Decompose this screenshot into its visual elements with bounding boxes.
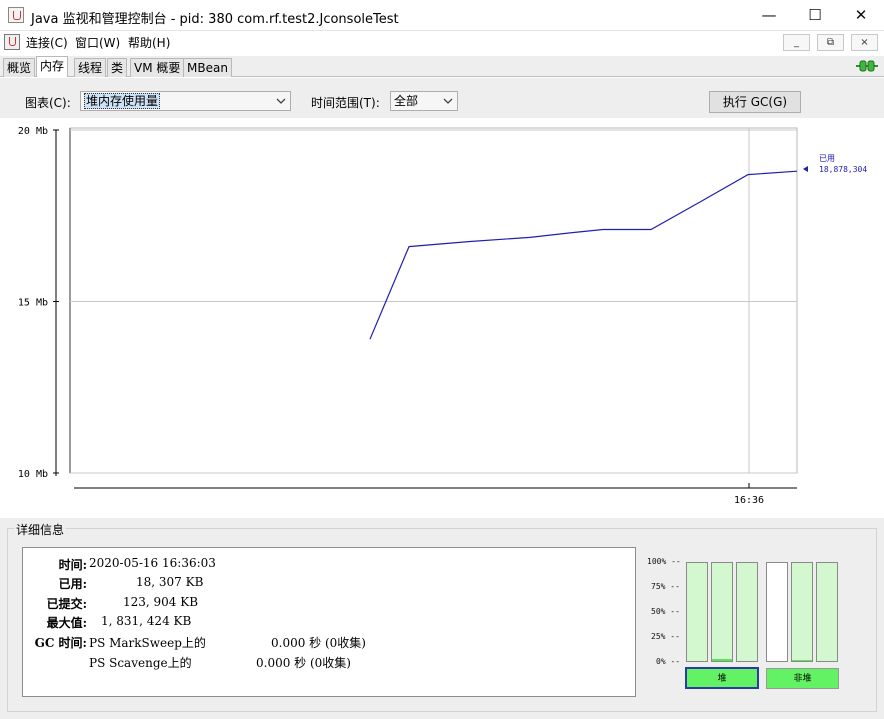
pool-bar-class-space[interactable] xyxy=(816,562,838,662)
detail-key-max: 最大值: xyxy=(46,616,87,630)
pool-bar-survivor[interactable] xyxy=(711,562,733,662)
detail-value-used: 18, 307 KB xyxy=(136,575,204,589)
memory-chart-svg: 20 Mb 15 Mb 10 Mb 16:36 已用 18,878,304 xyxy=(18,126,867,506)
java-document-icon[interactable] xyxy=(4,34,20,50)
menu-connection[interactable]: 连接(C) xyxy=(26,34,68,51)
pool-bar-fill xyxy=(712,659,732,661)
heap-button[interactable]: 堆 xyxy=(685,667,759,689)
pool-bar-fill xyxy=(792,660,812,661)
tab-overview[interactable]: 概览 xyxy=(3,58,36,77)
pct-label-25: 25% -- xyxy=(651,632,680,641)
plot-area xyxy=(69,127,798,474)
range-label: 时间范围(T): xyxy=(311,96,380,110)
details-box: 时间: 2020-05-16 16:36:03 已用: 18, 307 KB 已… xyxy=(22,547,636,697)
range-select[interactable]: 全部 xyxy=(390,91,458,111)
nonheap-button[interactable]: 非堆 xyxy=(766,668,839,689)
series-value-label: 18,878,304 xyxy=(819,165,867,174)
details-title: 详细信息 xyxy=(14,521,67,538)
inner-restore-button[interactable]: ⧉ xyxy=(817,34,844,51)
java-icon xyxy=(8,7,24,23)
tab-vm-summary[interactable]: VM 概要 xyxy=(130,58,185,77)
pool-bar-eden[interactable] xyxy=(686,562,708,662)
detail-value-max: 1, 831, 424 KB xyxy=(101,614,192,628)
minimize-button[interactable]: — xyxy=(746,0,792,30)
tab-classes[interactable]: 类 xyxy=(107,58,128,77)
chart-label: 图表(C): xyxy=(25,96,71,110)
range-select-value: 全部 xyxy=(394,94,419,108)
y-tick-label: 20 Mb xyxy=(18,126,48,137)
maximize-button[interactable]: ☐ xyxy=(792,0,838,30)
chevron-down-icon xyxy=(443,98,453,104)
menu-help[interactable]: 帮助(H) xyxy=(128,34,170,51)
gc-marksweep-time: 0.000 秒 (0收集) xyxy=(271,636,366,650)
tab-threads[interactable]: 线程 xyxy=(74,58,107,77)
detail-key-used: 已用: xyxy=(58,577,87,591)
series-name-label: 已用 xyxy=(819,154,835,163)
close-button[interactable]: ✕ xyxy=(838,0,884,30)
pool-bar-old-gen[interactable] xyxy=(736,562,758,662)
x-tick-label: 16:36 xyxy=(734,495,764,506)
inner-close-button[interactable]: × xyxy=(851,34,878,51)
window-title: Java 监视和管理控制台 - pid: 380 com.rf.test2.Jc… xyxy=(31,12,399,27)
detail-key-time: 时间: xyxy=(58,558,87,572)
y-tick-label: 15 Mb xyxy=(18,298,48,309)
tab-mbean[interactable]: MBean xyxy=(183,58,232,77)
gc-scavenge-name: PS Scavenge上的 xyxy=(89,656,192,670)
chevron-down-icon xyxy=(276,98,286,104)
chart-select-value: 堆内存使用量 xyxy=(84,93,161,109)
tab-bar: 概览 内存 线程 类 VM 概要 MBean xyxy=(0,56,884,77)
gc-scavenge-time: 0.000 秒 (0收集) xyxy=(256,656,351,670)
menu-window[interactable]: 窗口(W) xyxy=(75,34,120,51)
pool-bar-code-cache[interactable] xyxy=(766,562,788,662)
memory-chart: 20 Mb 15 Mb 10 Mb 16:36 已用 18,878,304 xyxy=(0,118,884,518)
pct-label-75: 75% -- xyxy=(651,582,680,591)
detail-value-time: 2020-05-16 16:36:03 xyxy=(89,556,216,570)
series-marker-icon xyxy=(803,166,808,172)
pool-bar-metaspace[interactable] xyxy=(791,562,813,662)
pct-label-50: 50% -- xyxy=(651,607,680,616)
y-tick-label: 10 Mb xyxy=(18,469,48,480)
detail-key-gc-time: GC 时间: xyxy=(34,636,87,650)
perform-gc-button[interactable]: 执行 GC(G) xyxy=(709,91,801,113)
chart-select[interactable]: 堆内存使用量 xyxy=(80,91,291,111)
detail-key-committed: 已提交: xyxy=(46,597,87,611)
pct-label-0: 0% -- xyxy=(656,657,681,666)
menu-bar: 连接(C) 窗口(W) 帮助(H) xyxy=(0,31,884,53)
inner-minimize-button[interactable]: _ xyxy=(783,34,810,51)
connection-status-icon xyxy=(856,60,878,72)
tab-memory[interactable]: 内存 xyxy=(36,56,69,77)
detail-value-committed: 123, 904 KB xyxy=(123,595,199,609)
gc-marksweep-name: PS MarkSweep上的 xyxy=(89,636,206,650)
memory-pool-panel: 100% -- 75% -- 50% -- 25% -- 0% -- 堆 非堆 xyxy=(643,548,857,698)
title-bar: Java 监视和管理控制台 - pid: 380 com.rf.test2.Jc… xyxy=(0,0,884,31)
pct-label-100: 100% -- xyxy=(647,557,681,566)
